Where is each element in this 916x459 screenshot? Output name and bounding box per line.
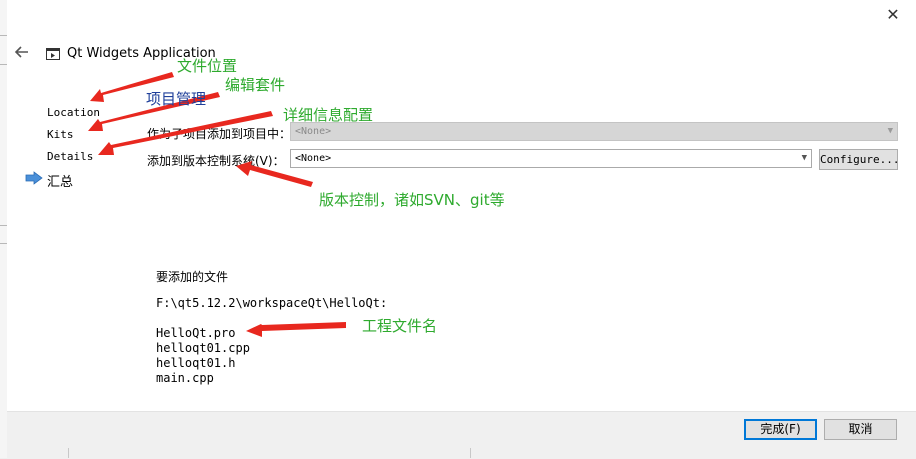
- cancel-button[interactable]: 取消: [824, 419, 897, 440]
- step-location: Location: [47, 106, 100, 119]
- step-summary: 汇总: [47, 175, 74, 190]
- vcs-value: <None>: [295, 153, 332, 164]
- files-path: F:\qt5.12.2\workspaceQt\HelloQt:: [156, 296, 388, 310]
- vcs-label: 添加到版本控制系统(V)：: [147, 154, 285, 168]
- edge-divider: [0, 64, 7, 65]
- annotation-project-management: 项目管理: [146, 90, 207, 108]
- configure-button[interactable]: Configure...: [819, 149, 899, 170]
- file-item: HelloQt.pro: [156, 326, 236, 340]
- vcs-combo[interactable]: <None> ▼: [290, 149, 812, 168]
- annotation-details: 详细信息配置: [283, 106, 374, 124]
- app-window-icon: [46, 48, 60, 60]
- annotation-vcs: 版本控制，诸如SVN、git等: [319, 191, 505, 209]
- chevron-down-icon: ▼: [887, 126, 893, 136]
- files-heading: 要添加的文件: [156, 270, 229, 284]
- chevron-down-icon: ▼: [801, 153, 807, 163]
- annotation-file-location: 文件位置: [177, 57, 238, 75]
- edge-divider: [470, 448, 471, 458]
- edge-divider: [0, 243, 7, 244]
- edge-divider: [68, 448, 69, 458]
- close-icon[interactable]: ✕: [884, 6, 902, 24]
- finish-button[interactable]: 完成(F): [744, 419, 817, 440]
- current-step-arrow-icon: [25, 171, 43, 185]
- annotation-project-file: 工程文件名: [362, 317, 438, 335]
- file-item: helloqt01.h: [156, 356, 236, 370]
- subproject-combo: <None> ▼: [290, 122, 898, 141]
- file-item: helloqt01.cpp: [156, 341, 250, 355]
- step-details: Details: [47, 150, 94, 163]
- back-arrow-icon[interactable]: [14, 44, 30, 60]
- annotation-kits: 编辑套件: [225, 76, 286, 94]
- step-kits: Kits: [47, 128, 74, 141]
- subproject-label: 作为子项目添加到项目中：: [147, 127, 292, 141]
- wizard-dialog: [7, 0, 916, 458]
- edge-divider: [0, 225, 7, 226]
- file-item: main.cpp: [156, 371, 214, 385]
- subproject-value: <None>: [295, 126, 332, 137]
- edge-divider: [0, 35, 7, 36]
